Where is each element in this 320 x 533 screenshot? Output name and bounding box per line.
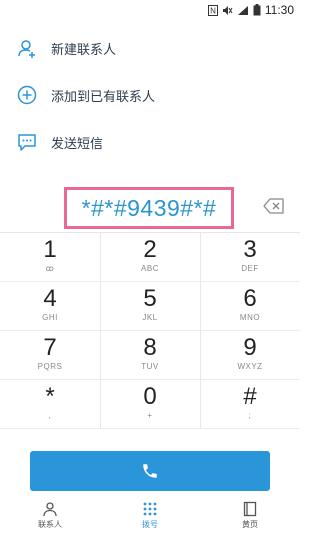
key-1[interactable]: 1ꝏ xyxy=(0,233,100,282)
key-8[interactable]: 8 TUV xyxy=(100,331,200,380)
key-digit: 7 xyxy=(43,334,57,361)
add-to-existing-contact-label: 添加到已有联系人 xyxy=(51,89,156,105)
key-letters: + xyxy=(147,411,153,420)
signal-icon xyxy=(237,5,248,15)
key-digit: 1 xyxy=(43,236,57,263)
dialed-number-box: *#*#9439#*# xyxy=(64,187,234,229)
tab-contacts-label: 联系人 xyxy=(38,520,62,529)
key-hash[interactable]: #; xyxy=(200,380,300,429)
key-letters: MNO xyxy=(239,313,261,322)
dialpad-icon xyxy=(143,502,157,516)
key-5[interactable]: 5 JKL xyxy=(100,282,200,331)
voicemail-icon: ꝏ xyxy=(45,264,55,273)
yellow-pages-icon xyxy=(243,501,257,517)
battery-icon xyxy=(253,4,261,16)
svg-text:N: N xyxy=(210,6,216,15)
key-4[interactable]: 4 GHI xyxy=(0,282,100,331)
key-star[interactable]: *, xyxy=(0,380,100,429)
new-contact-label: 新建联系人 xyxy=(51,42,117,58)
new-contact-action[interactable]: 新建联系人 xyxy=(0,25,300,71)
nfc-icon: N xyxy=(207,4,218,16)
tab-contacts[interactable]: 联系人 xyxy=(0,499,100,533)
key-letters: GHI xyxy=(42,313,58,322)
key-digit: 0 xyxy=(143,383,157,410)
key-digit: 9 xyxy=(243,334,257,361)
key-letters: TUV xyxy=(141,362,159,371)
tab-yellow-pages-label: 黄页 xyxy=(242,520,258,529)
key-letters: WXYZ xyxy=(237,362,263,371)
key-2[interactable]: 2 ABC xyxy=(100,233,200,282)
key-letters: ; xyxy=(248,411,252,420)
tab-dialpad[interactable]: 拨号 xyxy=(100,499,200,533)
key-0[interactable]: 0 + xyxy=(100,380,200,429)
backspace-icon[interactable] xyxy=(263,198,285,214)
mute-icon xyxy=(222,5,233,15)
key-3[interactable]: 3 DEF xyxy=(200,233,300,282)
dialed-number: *#*#9439#*# xyxy=(81,194,217,221)
key-digit: * xyxy=(45,383,55,410)
tab-dialpad-label: 拨号 xyxy=(142,520,158,529)
key-digit: 2 xyxy=(143,236,157,263)
key-digit: 3 xyxy=(243,236,257,263)
key-digit: 6 xyxy=(243,285,257,312)
dial-keypad: 1ꝏ 2 ABC 3 DEF 4 GHI 5 JKL 6 MNO 7 PQRS 8 TUV 9… xyxy=(0,232,300,428)
key-letters: , xyxy=(48,411,52,420)
key-6[interactable]: 6 MNO xyxy=(200,282,300,331)
key-digit: 5 xyxy=(143,285,157,312)
key-digit: 4 xyxy=(43,285,57,312)
key-digit: 8 xyxy=(143,334,157,361)
add-to-existing-contact-action[interactable]: 添加到已有联系人 xyxy=(0,72,300,118)
status-time: 11:30 xyxy=(264,3,294,17)
key-letters: ABC xyxy=(141,264,159,273)
send-sms-label: 发送短信 xyxy=(51,136,104,152)
key-7[interactable]: 7 PQRS xyxy=(0,331,100,380)
bottom-navigation: 联系人 拨号 黄页 xyxy=(0,499,300,533)
send-sms-action[interactable]: 发送短信 xyxy=(0,119,300,165)
phone-icon xyxy=(143,464,157,478)
contacts-icon xyxy=(43,502,57,517)
tab-yellow-pages[interactable]: 黄页 xyxy=(200,499,300,533)
message-icon xyxy=(18,134,36,151)
call-button[interactable] xyxy=(30,451,270,491)
plus-circle-icon xyxy=(17,85,37,105)
key-letters: JKL xyxy=(142,313,158,322)
status-bar: N 11:30 xyxy=(0,0,300,20)
key-letters: DEF xyxy=(241,264,259,273)
person-add-icon xyxy=(18,40,35,58)
number-display-area: *#*#9439#*# xyxy=(0,186,300,230)
key-letters: PQRS xyxy=(37,362,63,371)
key-9[interactable]: 9 WXYZ xyxy=(200,331,300,380)
key-digit: # xyxy=(243,383,257,410)
